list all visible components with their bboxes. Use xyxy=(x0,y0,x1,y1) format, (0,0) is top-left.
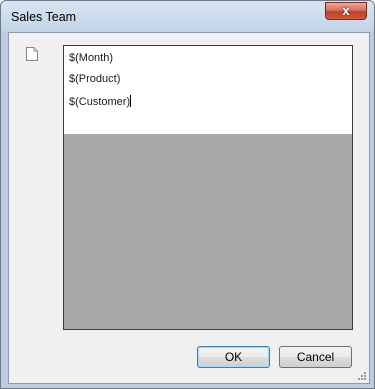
resize-grip-icon[interactable] xyxy=(357,371,367,381)
editor-text-area[interactable]: $(Month) $(Product) $(Customer) xyxy=(64,46,352,134)
dialog-window: Sales Team x $(Month) $(Product) $(Custo… xyxy=(0,0,375,389)
editor-line-text: $(Customer) xyxy=(69,96,131,108)
editor-line: $(Month) xyxy=(69,52,114,64)
editor-line-current: $(Customer) xyxy=(69,95,132,108)
editor-line: $(Product) xyxy=(69,73,121,85)
ok-button[interactable]: OK xyxy=(197,346,270,368)
document-icon xyxy=(26,47,38,61)
dialog-body: $(Month) $(Product) $(Customer) OK Cance… xyxy=(8,32,370,384)
cancel-button[interactable]: Cancel xyxy=(279,346,352,368)
close-icon: x xyxy=(342,3,350,18)
title-bar[interactable]: Sales Team x xyxy=(1,1,374,32)
text-caret xyxy=(130,95,132,107)
expression-editor[interactable]: $(Month) $(Product) $(Customer) xyxy=(63,45,353,330)
close-button[interactable]: x xyxy=(325,2,367,20)
window-title: Sales Team xyxy=(11,10,77,24)
